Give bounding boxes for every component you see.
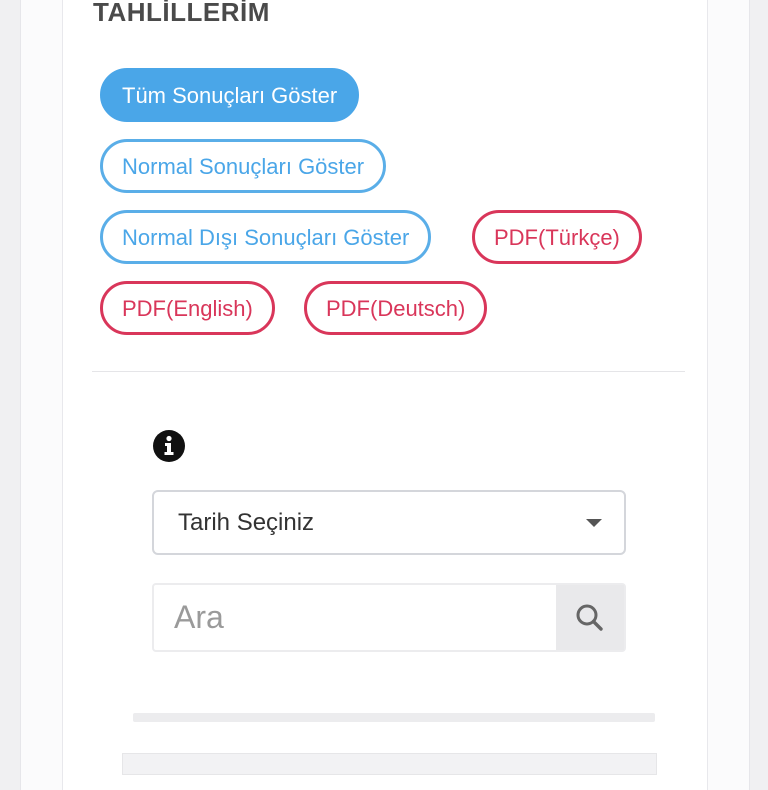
pdf-english-button[interactable]: PDF(English) [100, 281, 275, 335]
info-icon[interactable] [152, 429, 186, 463]
show-normal-results-button[interactable]: Normal Sonuçları Göster [100, 139, 387, 193]
search-icon [576, 604, 603, 631]
pdf-turkish-button[interactable]: PDF(Türkçe) [472, 210, 642, 264]
date-select-value: Tarih Seçiniz [178, 509, 315, 536]
page-title: TAHLİLLERİM [93, 0, 270, 27]
search-input[interactable] [154, 585, 558, 650]
show-abnormal-results-button[interactable]: Normal Dışı Sonuçları Göster [100, 210, 432, 264]
search-button[interactable] [556, 585, 624, 650]
section-divider [92, 371, 685, 372]
chevron-down-icon [586, 519, 602, 527]
results-panel-edge [122, 753, 657, 775]
pdf-deutsch-button[interactable]: PDF(Deutsch) [304, 281, 488, 335]
search-box [152, 583, 626, 652]
date-select[interactable]: Tarih Seçiniz [152, 490, 626, 555]
show-all-results-button[interactable]: Tüm Sonuçları Göster [100, 68, 360, 122]
scroll-divider [133, 713, 655, 722]
